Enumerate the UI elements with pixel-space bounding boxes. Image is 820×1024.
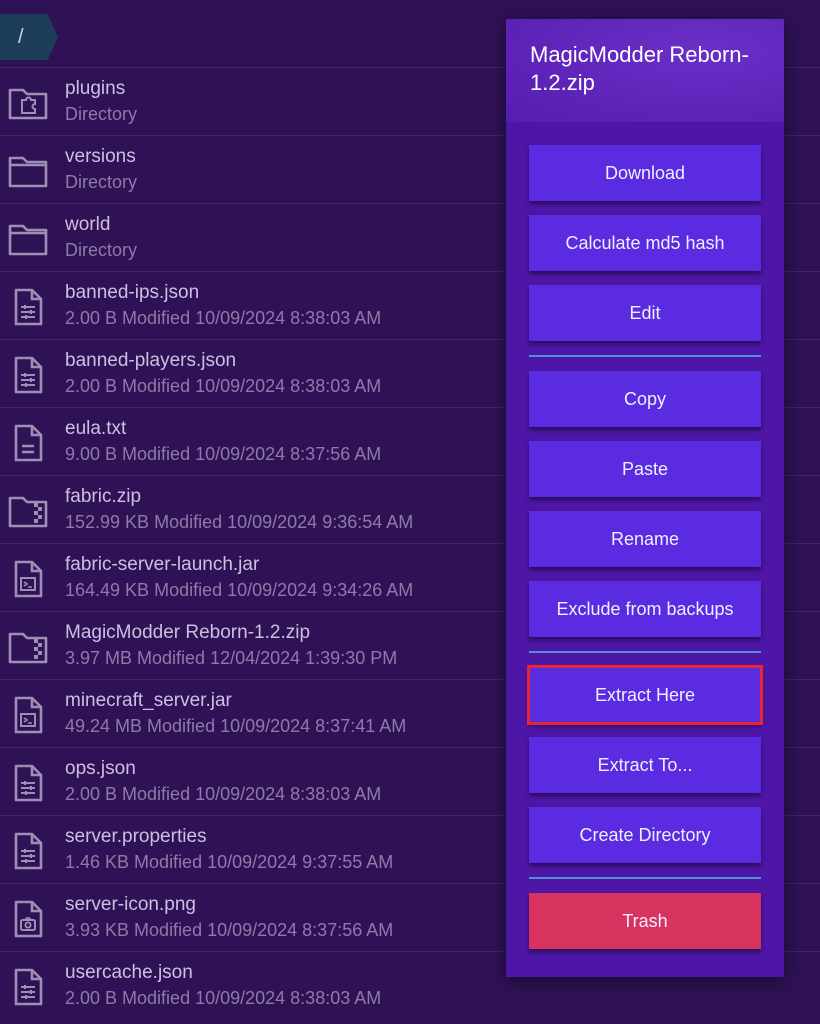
file-meta: 1.46 KB Modified 10/09/2024 9:37:55 AM	[65, 852, 394, 872]
breadcrumb-root[interactable]: /	[0, 14, 58, 60]
file-meta: Directory	[65, 104, 138, 124]
file-meta: Directory	[65, 172, 138, 192]
file-meta: 2.00 B Modified 10/09/2024 8:38:03 AM	[65, 376, 382, 396]
terminal-file-icon	[8, 560, 48, 598]
settings-file-icon	[8, 356, 48, 394]
rename-button[interactable]: Rename	[529, 511, 761, 567]
file-meta: 3.97 MB Modified 12/04/2024 1:39:30 PM	[65, 648, 398, 668]
calculate-md5-hash-button[interactable]: Calculate md5 hash	[529, 215, 761, 271]
file-name: eula.txt	[65, 418, 127, 439]
file-meta: 164.49 KB Modified 10/09/2024 9:34:26 AM	[65, 580, 414, 600]
file-name: server-icon.png	[65, 894, 196, 915]
trash-button[interactable]: Trash	[529, 893, 761, 949]
file-name: fabric-server-launch.jar	[65, 554, 260, 575]
file-meta: 2.00 B Modified 10/09/2024 8:38:03 AM	[65, 784, 382, 804]
file-meta: 2.00 B Modified 10/09/2024 8:38:03 AM	[65, 308, 382, 328]
file-context-menu: MagicModder Reborn-1.2.zip Download Calcu…	[506, 19, 784, 977]
settings-file-icon	[8, 764, 48, 802]
zip-folder-icon	[8, 492, 48, 530]
paste-button[interactable]: Paste	[529, 441, 761, 497]
text-file-icon	[8, 424, 48, 462]
extract-here-button[interactable]: Extract Here	[527, 665, 763, 725]
file-meta: 3.93 KB Modified 10/09/2024 8:37:56 AM	[65, 920, 394, 940]
menu-actions: Download Calculate md5 hash Edit Copy Paste R…	[506, 122, 784, 949]
file-name: world	[65, 214, 111, 235]
file-meta: 2.00 B Modified 10/09/2024 8:38:03 AM	[65, 988, 382, 1008]
file-name: server.properties	[65, 826, 207, 847]
exclude-from-backups-button[interactable]: Exclude from backups	[529, 581, 761, 637]
extract-to-button[interactable]: Extract To...	[529, 737, 761, 793]
menu-divider	[529, 355, 761, 357]
menu-divider	[529, 651, 761, 653]
file-name: fabric.zip	[65, 486, 142, 507]
copy-button[interactable]: Copy	[529, 371, 761, 427]
file-meta: 49.24 MB Modified 10/09/2024 8:37:41 AM	[65, 716, 407, 736]
file-name: usercache.json	[65, 962, 193, 983]
settings-file-icon	[8, 832, 48, 870]
file-name: ops.json	[65, 758, 136, 779]
file-name: minecraft_server.jar	[65, 690, 232, 711]
settings-file-icon	[8, 288, 48, 326]
settings-file-icon	[8, 968, 48, 1006]
file-name: MagicModder Reborn-1.2.zip	[65, 622, 311, 643]
folder-icon	[8, 220, 48, 258]
image-file-icon	[8, 900, 48, 938]
zip-folder-icon	[8, 628, 48, 666]
download-button[interactable]: Download	[529, 145, 761, 201]
puzzle-folder-icon	[8, 84, 48, 122]
file-meta: 9.00 B Modified 10/09/2024 8:37:56 AM	[65, 444, 382, 464]
edit-button[interactable]: Edit	[529, 285, 761, 341]
menu-divider	[529, 877, 761, 879]
terminal-file-icon	[8, 696, 48, 734]
create-directory-button[interactable]: Create Directory	[529, 807, 761, 863]
file-name: plugins	[65, 78, 126, 99]
menu-title: MagicModder Reborn-1.2.zip	[506, 19, 784, 122]
file-meta: 152.99 KB Modified 10/09/2024 9:36:54 AM	[65, 512, 414, 532]
file-name: banned-ips.json	[65, 282, 200, 303]
file-manager-page: / plugins Directory versions Directory world…	[0, 0, 820, 1024]
file-name: versions	[65, 146, 136, 167]
folder-icon	[8, 152, 48, 190]
file-name: banned-players.json	[65, 350, 237, 371]
file-meta: Directory	[65, 240, 138, 260]
